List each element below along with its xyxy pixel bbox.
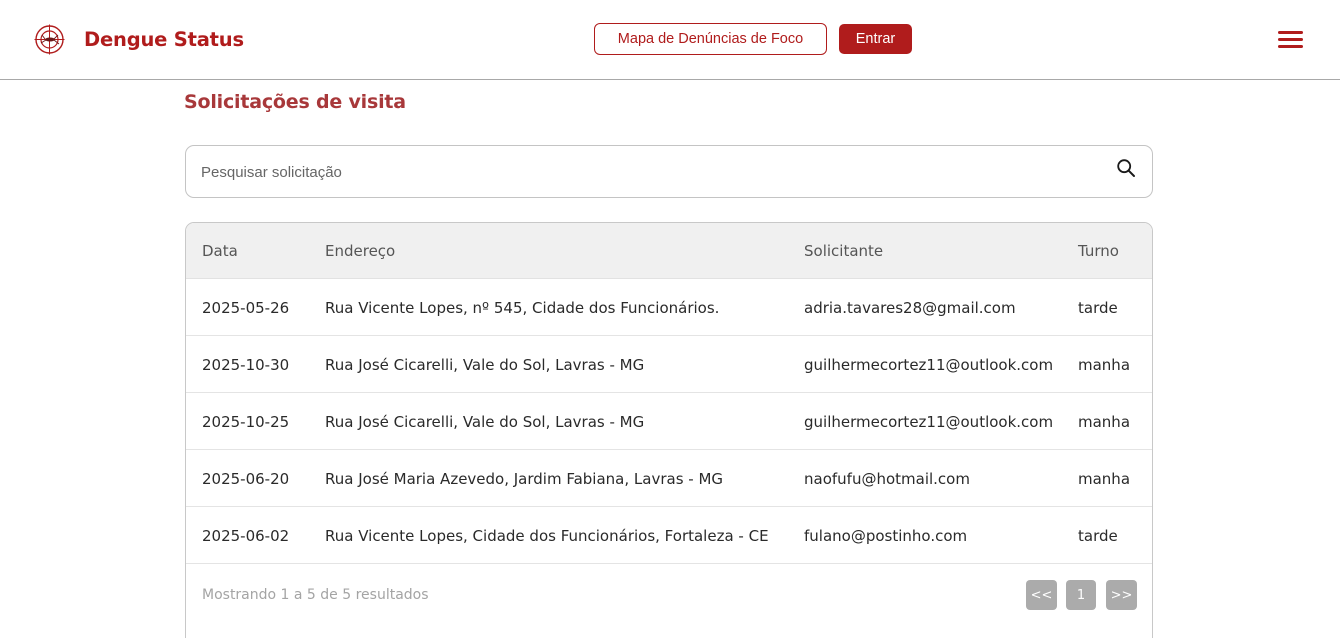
cell-requester: guilhermecortez11@outlook.com — [804, 356, 1054, 374]
cell-address: Rua Vicente Lopes, nº 545, Cidade dos Fu… — [325, 299, 720, 317]
cell-date: 2025-06-20 — [202, 470, 290, 488]
visit-requests-table: Data Endereço Solicitante Turno 2025-05-… — [185, 222, 1153, 638]
pagination-page-1[interactable]: 1 — [1066, 580, 1096, 610]
column-header-endereco[interactable]: Endereço — [325, 242, 395, 260]
table-row[interactable]: 2025-10-25 Rua José Cicarelli, Vale do S… — [186, 393, 1152, 450]
cell-shift: manha — [1078, 470, 1131, 488]
cell-requester: adria.tavares28@gmail.com — [804, 299, 1016, 317]
table-row[interactable]: 2025-06-02 Rua Vicente Lopes, Cidade dos… — [186, 507, 1152, 564]
cell-address: Rua Vicente Lopes, Cidade dos Funcionári… — [325, 527, 769, 545]
table-row[interactable]: 2025-06-20 Rua José Maria Azevedo, Jardi… — [186, 450, 1152, 507]
search-icon[interactable] — [1116, 158, 1136, 178]
cell-shift: manha — [1078, 413, 1131, 431]
pagination-next-button[interactable]: >> — [1106, 580, 1137, 610]
table-header: Data Endereço Solicitante Turno — [186, 223, 1152, 279]
login-button[interactable]: Entrar — [839, 24, 912, 54]
table-row[interactable]: 2025-10-30 Rua José Cicarelli, Vale do S… — [186, 336, 1152, 393]
cell-date: 2025-10-25 — [202, 413, 290, 431]
cell-date: 2025-05-26 — [202, 299, 290, 317]
cell-date: 2025-06-02 — [202, 527, 290, 545]
cell-requester: naofufu@hotmail.com — [804, 470, 970, 488]
pagination-prev-button[interactable]: << — [1026, 580, 1057, 610]
cell-date: 2025-10-30 — [202, 356, 290, 374]
complaints-map-button[interactable]: Mapa de Denúncias de Foco — [594, 23, 827, 55]
mosquito-target-icon — [34, 24, 65, 54]
search-box — [185, 145, 1153, 198]
cell-address: Rua José Cicarelli, Vale do Sol, Lavras … — [325, 413, 645, 431]
cell-shift: tarde — [1078, 299, 1118, 317]
brand[interactable]: Dengue Status — [34, 22, 244, 56]
column-header-turno[interactable]: Turno — [1078, 242, 1119, 260]
cell-shift: tarde — [1078, 527, 1118, 545]
table-row[interactable]: 2025-05-26 Rua Vicente Lopes, nº 545, Ci… — [186, 279, 1152, 336]
cell-address: Rua José Cicarelli, Vale do Sol, Lavras … — [325, 356, 645, 374]
search-input[interactable] — [201, 160, 1081, 184]
column-header-data[interactable]: Data — [202, 242, 238, 260]
page-title: Solicitações de visita — [184, 91, 406, 113]
brand-name: Dengue Status — [84, 27, 244, 51]
column-header-solicitante[interactable]: Solicitante — [804, 242, 883, 260]
cell-requester: fulano@postinho.com — [804, 527, 968, 545]
cell-requester: guilhermecortez11@outlook.com — [804, 413, 1054, 431]
hamburger-menu-icon[interactable] — [1277, 28, 1305, 50]
cell-shift: manha — [1078, 356, 1131, 374]
navbar: Dengue Status Mapa de Denúncias de Foco … — [0, 0, 1340, 80]
cell-address: Rua José Maria Azevedo, Jardim Fabiana, … — [325, 470, 724, 488]
pagination-summary: Mostrando 1 a 5 de 5 resultados — [202, 587, 429, 603]
